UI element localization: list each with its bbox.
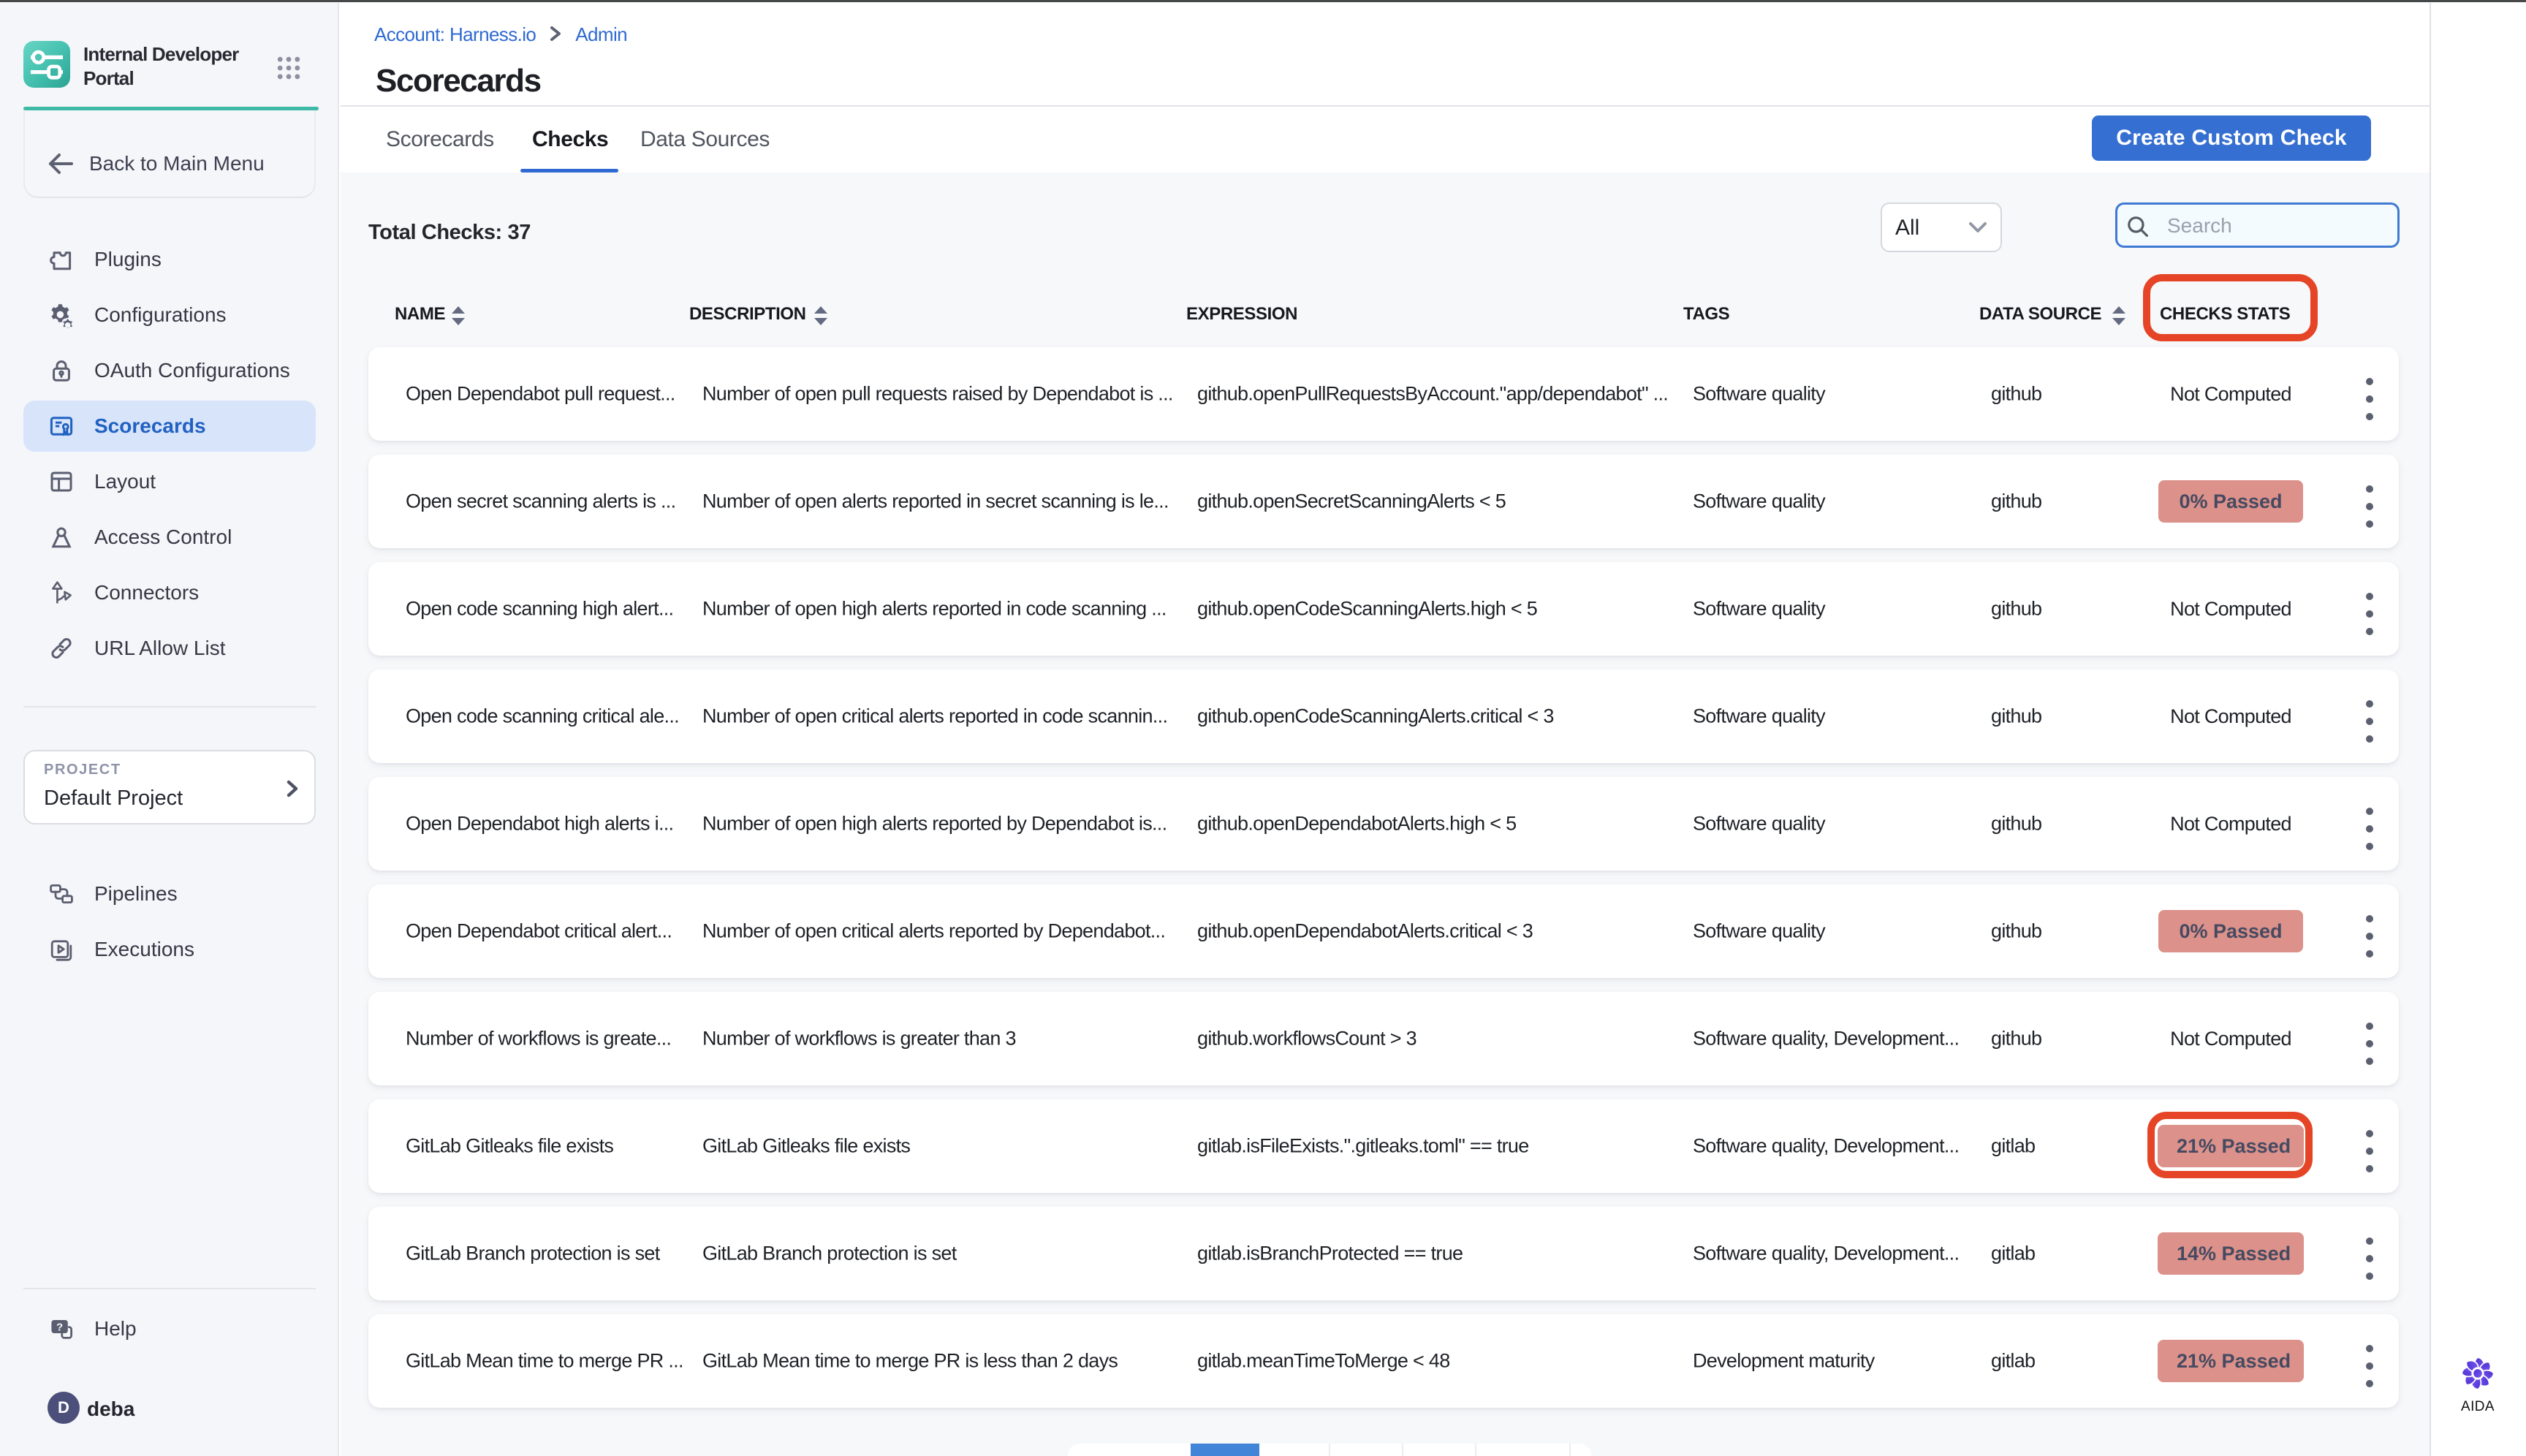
svg-text:?: ? [56, 1321, 63, 1333]
